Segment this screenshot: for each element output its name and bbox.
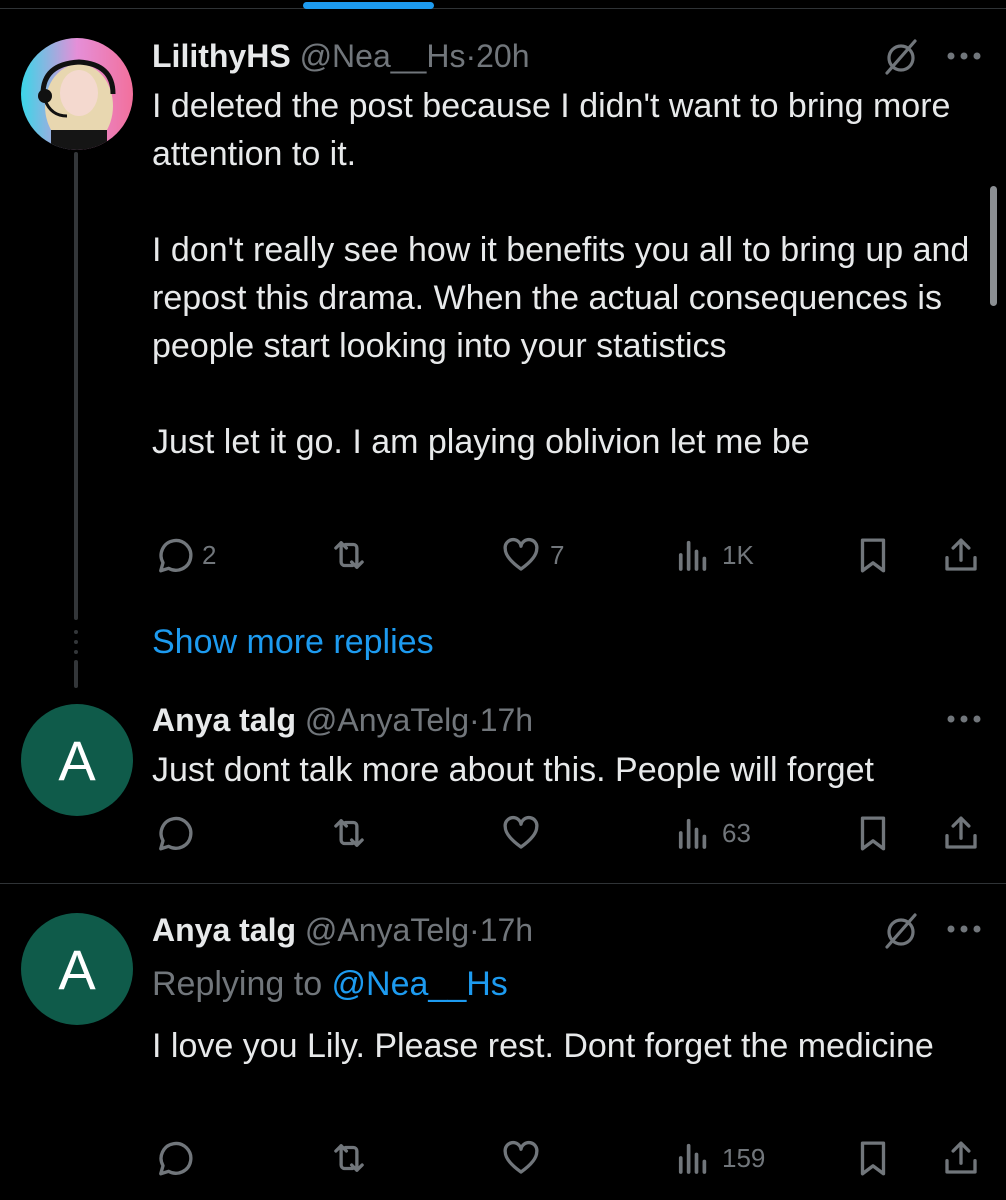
views-icon [678, 818, 707, 849]
timestamp[interactable]: 17h [480, 702, 533, 738]
timestamp[interactable]: 17h [480, 912, 533, 948]
display-name[interactable]: Anya talg [152, 912, 296, 948]
like-button[interactable] [500, 1133, 550, 1183]
share-icon [945, 538, 977, 571]
display-name[interactable]: LilithyHS [152, 38, 291, 74]
action-bar: 2 7 1K [152, 530, 982, 580]
retweet-button[interactable] [328, 808, 378, 858]
views-button[interactable]: 63 [672, 808, 751, 858]
share-button[interactable] [940, 530, 982, 580]
like-count: 7 [550, 539, 565, 570]
more-icon[interactable] [946, 49, 982, 63]
tweet-divider [0, 883, 1006, 884]
tweet-text: Just dont talk more about this. People w… [152, 751, 874, 789]
like-icon [503, 815, 539, 849]
bookmark-button[interactable] [852, 808, 894, 858]
views-icon [678, 540, 707, 571]
like-icon [503, 537, 539, 571]
replying-to-label: Replying to [152, 965, 332, 1003]
retweet-icon [334, 819, 364, 847]
tweet-header: Anya talg @AnyaTelg·17h [152, 910, 533, 950]
show-more-replies-link[interactable]: Show more replies [152, 620, 434, 664]
separator: · [469, 912, 480, 948]
reply-icon [159, 1141, 193, 1176]
action-bar: 63 [152, 808, 982, 858]
bookmark-icon [860, 538, 886, 573]
handle[interactable]: @AnyaTelg [305, 912, 469, 948]
share-button[interactable] [940, 1133, 982, 1183]
share-icon [945, 1141, 977, 1174]
active-tab-indicator [303, 2, 434, 9]
reply-icon [159, 538, 193, 573]
grok-icon[interactable] [882, 38, 920, 76]
tweet-text: I deleted the post because I didn't want… [152, 87, 970, 461]
share-icon [945, 816, 977, 849]
top-divider [0, 8, 1006, 9]
tweet-header: Anya talg @AnyaTelg·17h [152, 700, 533, 740]
retweet-icon [334, 541, 364, 569]
tweet-header: LilithyHS @Nea__Hs·20h [152, 36, 530, 76]
replying-to: Replying to @Nea__Hs [152, 962, 508, 1006]
reply-icon [159, 816, 193, 851]
timestamp[interactable]: 20h [476, 38, 529, 74]
views-count: 63 [722, 817, 751, 848]
reply-button[interactable] [152, 808, 202, 858]
avatar[interactable]: A [21, 913, 133, 1025]
views-button[interactable]: 1K [672, 530, 754, 580]
reply-count: 2 [202, 539, 217, 570]
like-icon [503, 1140, 539, 1174]
retweet-icon [334, 1144, 364, 1172]
views-count: 1K [722, 539, 754, 570]
action-bar: 159 [152, 1133, 982, 1183]
retweet-button[interactable] [328, 1133, 378, 1183]
bookmark-button[interactable] [852, 530, 894, 580]
views-button[interactable]: 159 [672, 1133, 765, 1183]
thread-line [74, 152, 78, 620]
avatar[interactable] [21, 38, 133, 150]
reply-button[interactable] [152, 1133, 202, 1183]
separator: · [465, 38, 477, 74]
reply-button[interactable]: 2 [152, 530, 216, 580]
bookmark-icon [860, 1141, 886, 1176]
more-icon[interactable] [946, 712, 982, 726]
more-icon[interactable] [946, 922, 982, 936]
grok-icon[interactable] [882, 912, 920, 950]
tweet-text: I love you Lily. Please rest. Dont forge… [152, 1027, 934, 1065]
like-button[interactable] [500, 808, 550, 858]
thread-line [74, 660, 78, 688]
handle[interactable]: @AnyaTelg [305, 702, 469, 738]
avatar[interactable]: A [21, 704, 133, 816]
views-count: 159 [722, 1142, 766, 1173]
like-button[interactable]: 7 [500, 530, 564, 580]
separator: · [469, 702, 480, 738]
retweet-button[interactable] [328, 530, 378, 580]
display-name[interactable]: Anya talg [152, 702, 296, 738]
thread-dot [74, 650, 78, 654]
thread-dot [74, 630, 78, 634]
bookmark-button[interactable] [852, 1133, 894, 1183]
thread-dot [74, 640, 78, 644]
views-icon [678, 1143, 707, 1174]
handle[interactable]: @Nea__Hs [300, 38, 466, 74]
mention-link[interactable]: @Nea__Hs [332, 965, 508, 1003]
bookmark-icon [860, 816, 886, 851]
profile-photo [21, 38, 133, 150]
share-button[interactable] [940, 808, 982, 858]
